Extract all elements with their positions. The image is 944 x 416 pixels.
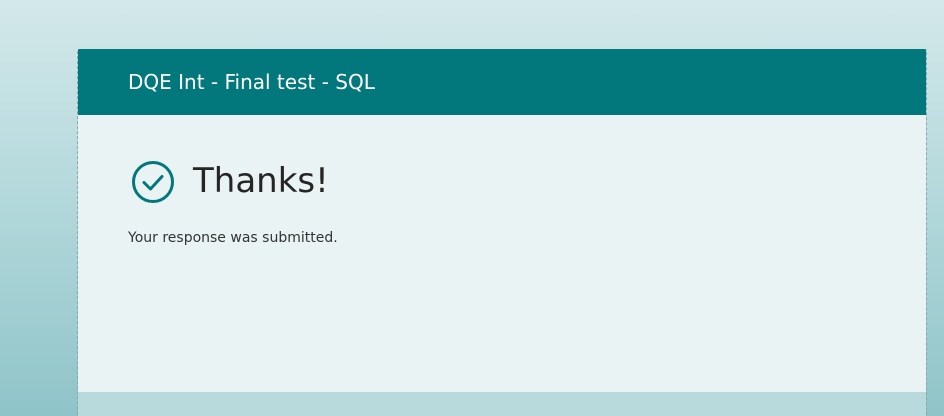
check-circle-icon [131, 160, 175, 204]
form-footer [78, 392, 926, 416]
form-header: DQE Int - Final test - SQL [78, 49, 926, 115]
thanks-heading: Thanks! [193, 161, 329, 201]
response-submitted-message: Your response was submitted. [128, 230, 338, 246]
form-title: DQE Int - Final test - SQL [128, 70, 375, 94]
form-card: DQE Int - Final test - SQL Thanks! Your … [77, 49, 927, 416]
confirmation-panel: Thanks! Your response was submitted. [78, 115, 926, 392]
